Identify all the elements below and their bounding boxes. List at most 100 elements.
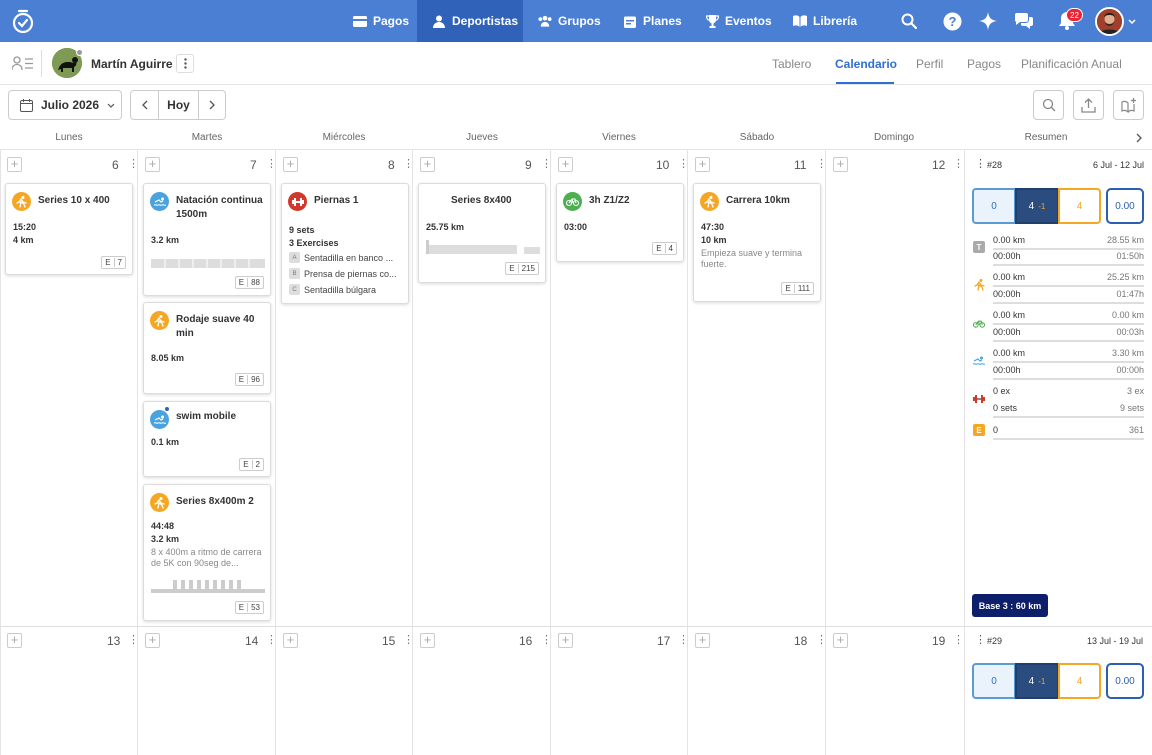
nav-planes[interactable]: Planes (623, 0, 682, 42)
summary-planned: 28.55 km (1106, 235, 1144, 245)
workout-card[interactable]: Carrera 10km 47:30 10 km Empieza suave y… (693, 183, 821, 302)
add-workout-button[interactable]: + (7, 633, 22, 648)
user-avatar[interactable] (1095, 7, 1124, 36)
add-workout-button[interactable]: + (558, 633, 573, 648)
tab-perfil[interactable]: Perfil (916, 57, 943, 71)
athlete-menu-button[interactable] (176, 54, 194, 73)
app-logo-icon[interactable] (11, 8, 35, 34)
workout-card[interactable]: Series 8x400 25.75 km E 215 (418, 183, 546, 283)
chat-icon[interactable] (1013, 10, 1035, 32)
completed-count-box[interactable]: 4 -1 (1015, 188, 1059, 224)
workout-card[interactable]: Natación continua 1500m 3.2 km E 88 (143, 183, 271, 296)
workout-title: 3h Z1/Z2 (589, 195, 630, 206)
add-workout-button[interactable]: + (833, 633, 848, 648)
add-workout-button[interactable]: + (145, 157, 160, 172)
day-menu-icon[interactable]: ⋮ (541, 157, 552, 170)
summary-planned: 9 sets (1119, 403, 1144, 413)
workout-card[interactable]: Rodaje suave 40 min 8.05 km E 96 (143, 302, 271, 394)
next-week-button[interactable] (198, 90, 226, 120)
day-menu-icon[interactable]: ⋮ (678, 633, 689, 646)
search-button[interactable] (1033, 90, 1064, 120)
weekday-label: Jueves (466, 132, 498, 143)
chevron-right-icon[interactable] (1136, 133, 1142, 143)
day-menu-icon[interactable]: ⋮ (816, 633, 827, 646)
add-workout-button[interactable]: + (833, 157, 848, 172)
day-menu-icon[interactable]: ⋮ (816, 157, 827, 170)
effort-tag: E 53 (234, 601, 264, 614)
workout-exercise-count: 3 Exercises (289, 238, 339, 248)
add-workout-button[interactable]: + (558, 157, 573, 172)
upload-icon (1081, 97, 1096, 113)
svg-text:?: ? (948, 14, 956, 29)
add-workout-button[interactable]: + (420, 633, 435, 648)
nav-grupos[interactable]: Grupos (538, 0, 601, 42)
summary-row: 0 361 (993, 425, 1144, 440)
tab-calendario[interactable]: Calendario (835, 57, 897, 71)
swim-icon (150, 192, 169, 211)
nav-pagos[interactable]: Pagos (353, 0, 409, 42)
add-to-library-button[interactable] (1113, 90, 1144, 120)
tab-planificacion-anual[interactable]: Planificación Anual (1021, 57, 1122, 71)
day-menu-icon[interactable]: ⋮ (266, 157, 277, 170)
nav-deportistas[interactable]: Deportistas (417, 0, 523, 42)
completed-count-box[interactable]: 4 -1 (1015, 663, 1059, 699)
summary-menu-icon[interactable]: ⋮ (975, 157, 986, 170)
day-number: 9 (525, 158, 532, 172)
summary-row: 0 sets 9 sets (993, 403, 1144, 418)
export-button[interactable] (1073, 90, 1104, 120)
summary-row: 0.00 km 3.30 km (993, 348, 1144, 363)
summary-actual: 00:00h (993, 251, 1021, 261)
day-menu-icon[interactable]: ⋮ (403, 633, 414, 646)
progress-bar (993, 416, 1144, 418)
prev-week-button[interactable] (130, 90, 159, 120)
workout-card[interactable]: Series 8x400m 2 44:48 3.2 km 8 x 400m a … (143, 484, 271, 621)
today-button[interactable]: Hoy (158, 90, 199, 120)
day-menu-icon[interactable]: ⋮ (266, 633, 277, 646)
total-count-box[interactable]: 4 (1058, 188, 1101, 224)
add-workout-button[interactable]: + (695, 157, 710, 172)
effort-icon: E (973, 424, 985, 436)
day-menu-icon[interactable]: ⋮ (953, 633, 964, 646)
search-icon[interactable] (898, 10, 920, 32)
exercise-letter: A (289, 252, 300, 263)
add-workout-button[interactable]: + (283, 157, 298, 172)
tab-tablero[interactable]: Tablero (772, 57, 811, 71)
sparkle-icon[interactable] (977, 10, 999, 32)
workout-notes: 8 x 400m a ritmo de carrera de 5K con 90… (151, 547, 262, 568)
add-workout-button[interactable]: + (420, 157, 435, 172)
planned-count-box[interactable]: 0 (972, 663, 1016, 699)
month-picker[interactable]: Julio 2026 (8, 90, 122, 120)
workout-card[interactable]: Piernas 1 9 sets 3 Exercises A Sentadilla… (281, 183, 409, 304)
add-workout-button[interactable]: + (695, 633, 710, 648)
summary-row: 00:00h 01:47h (993, 289, 1144, 304)
day-menu-icon[interactable]: ⋮ (953, 157, 964, 170)
nav-eventos[interactable]: Eventos (705, 0, 772, 42)
day-menu-icon[interactable]: ⋮ (128, 157, 139, 170)
day-menu-icon[interactable]: ⋮ (541, 633, 552, 646)
add-workout-button[interactable]: + (283, 633, 298, 648)
athlete-list-icon[interactable] (12, 56, 33, 71)
compliance-box[interactable]: 0.00 (1106, 188, 1144, 224)
chevron-down-icon[interactable] (1128, 19, 1136, 24)
run-icon (12, 192, 31, 211)
tab-pagos[interactable]: Pagos (967, 57, 1001, 71)
workout-card[interactable]: 3h Z1/Z2 03:00 E4 (556, 183, 684, 262)
compliance-box[interactable]: 0.00 (1106, 663, 1144, 699)
add-workout-button[interactable]: + (7, 157, 22, 172)
strength-icon (973, 393, 985, 405)
day-menu-icon[interactable]: ⋮ (128, 633, 139, 646)
summary-menu-icon[interactable]: ⋮ (975, 633, 986, 646)
workout-card[interactable]: swim mobile 0.1 km E2 (143, 401, 271, 477)
workout-card[interactable]: Series 10 x 400 15:20 4 km E7 (5, 183, 133, 275)
planned-count-box[interactable]: 0 (972, 188, 1016, 224)
nav-libreria[interactable]: Librería (793, 0, 857, 42)
effort-value: 2 (255, 460, 260, 469)
day-menu-icon[interactable]: ⋮ (403, 157, 414, 170)
help-icon[interactable]: ? (941, 10, 963, 32)
total-count-box[interactable]: 4 (1058, 663, 1101, 699)
add-workout-button[interactable]: + (145, 633, 160, 648)
effort-tag: E4 (652, 242, 677, 255)
effort-value: 7 (117, 258, 122, 267)
day-menu-icon[interactable]: ⋮ (678, 157, 689, 170)
phase-tag[interactable]: Base 3 : 60 km (972, 594, 1048, 617)
